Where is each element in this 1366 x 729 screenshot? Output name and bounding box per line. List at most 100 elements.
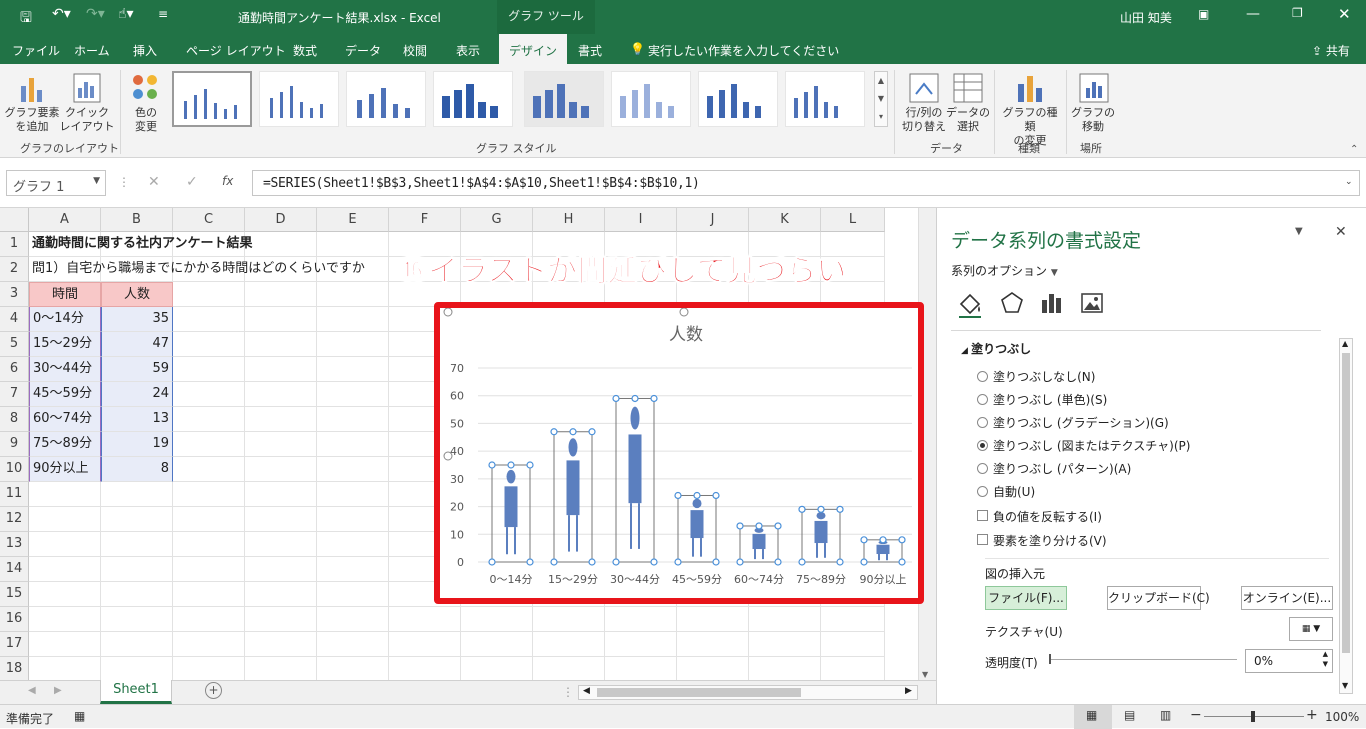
radio-gradient-fill[interactable] — [977, 417, 988, 428]
transparency-slider[interactable] — [1051, 659, 1237, 660]
row-header-15[interactable]: 15 — [0, 582, 29, 607]
cell-b4-count[interactable]: 35 — [101, 307, 173, 332]
cell-l18[interactable] — [821, 657, 885, 680]
touch-mode-icon[interactable]: ☝▾ — [118, 6, 134, 22]
select-all-corner[interactable] — [0, 208, 29, 232]
cell-b11[interactable] — [101, 482, 173, 507]
chart-style-7[interactable] — [698, 71, 778, 127]
cell-c7[interactable] — [173, 382, 245, 407]
cell-l17[interactable] — [821, 632, 885, 657]
prev-sheet-icon[interactable]: ◀ — [28, 685, 36, 696]
chart-style-6[interactable] — [611, 71, 691, 127]
cell-b13[interactable] — [101, 532, 173, 557]
row-header-4[interactable]: 4 — [0, 307, 29, 332]
next-sheet-icon[interactable]: ▶ — [54, 685, 62, 696]
cell-a15[interactable] — [29, 582, 101, 607]
zoom-in-icon[interactable]: + — [1306, 707, 1318, 723]
cell-a6-time[interactable]: 30～44分 — [29, 357, 101, 382]
transparency-input[interactable]: 0% ▲ ▼ — [1245, 649, 1333, 673]
cell-e4[interactable] — [317, 307, 389, 332]
gallery-scroll[interactable]: ▲ ▼ ▾ — [874, 71, 888, 127]
row-header-3[interactable]: 3 — [0, 282, 29, 307]
enter-icon[interactable]: ✓ — [186, 174, 198, 190]
radio-pattern-fill[interactable] — [977, 463, 988, 474]
cell-i17[interactable] — [605, 632, 677, 657]
cell-d11[interactable] — [245, 482, 317, 507]
fill-section-header[interactable]: ◢ 塗りつぶし — [961, 340, 1031, 357]
tab-view[interactable]: 表示 — [456, 42, 480, 59]
cell-d9[interactable] — [245, 432, 317, 457]
cell-b17[interactable] — [101, 632, 173, 657]
tab-page-layout[interactable]: ページ レイアウト — [186, 42, 286, 59]
sheet-tab-sheet1[interactable]: Sheet1 — [100, 680, 172, 704]
page-layout-view-icon[interactable]: ▤ — [1124, 708, 1135, 722]
column-header-j[interactable]: J — [677, 208, 749, 232]
cell-d16[interactable] — [245, 607, 317, 632]
file-button[interactable]: ファイル(F)... — [985, 586, 1067, 610]
chart-area[interactable]: 人数 0 10 20 30 40 50 60 70 0～14分 15～29分 30～44分 45～59分… — [434, 302, 924, 604]
user-name[interactable]: 山田 知美 — [1120, 9, 1172, 26]
row-header-17[interactable]: 17 — [0, 632, 29, 657]
tab-split-icon[interactable]: ⋮ — [562, 685, 574, 699]
cell-e13[interactable] — [317, 532, 389, 557]
ribbon-display-icon[interactable]: ▣ — [1198, 7, 1209, 21]
cell-b6-count[interactable]: 59 — [101, 357, 173, 382]
cell-e14[interactable] — [317, 557, 389, 582]
tab-file[interactable]: ファイル — [12, 42, 60, 59]
option-auto-fill[interactable]: 自動(U) — [993, 483, 1035, 500]
row-header-11[interactable]: 11 — [0, 482, 29, 507]
cell-e8[interactable] — [317, 407, 389, 432]
row-header-18[interactable]: 18 — [0, 657, 29, 680]
row-header-8[interactable]: 8 — [0, 407, 29, 432]
scroll-left-icon[interactable]: ◀ — [583, 686, 590, 696]
cell-b9-count[interactable]: 19 — [101, 432, 173, 457]
scroll-thumb[interactable] — [597, 688, 801, 697]
collapse-ribbon-icon[interactable]: ⌃ — [1350, 144, 1358, 155]
share-button[interactable]: ⇪ 共有 — [1312, 42, 1350, 59]
vary-colors-label[interactable]: 要素を塗り分ける(V) — [993, 532, 1107, 549]
chart-style-5[interactable] — [524, 71, 604, 127]
cell-d18[interactable] — [245, 657, 317, 680]
cell-c17[interactable] — [173, 632, 245, 657]
quick-layout-button[interactable]: クイック レイアウト — [58, 106, 116, 134]
series-options-dropdown[interactable]: 系列のオプション ▼ — [951, 262, 1058, 279]
chart-svg[interactable]: 人数0102030405060700～14分 15～29分 30～44分 45～59分… — [440, 308, 918, 598]
tab-home[interactable]: ホーム — [74, 42, 110, 59]
radio-solid-fill[interactable] — [977, 394, 988, 405]
cell-g18[interactable] — [461, 657, 533, 680]
cell-a3-header[interactable]: 時間 — [29, 282, 101, 307]
online-button[interactable]: オンライン(E)... — [1241, 586, 1333, 610]
cell-d8[interactable] — [245, 407, 317, 432]
cell-e9[interactable] — [317, 432, 389, 457]
cell-d3[interactable] — [245, 282, 317, 307]
cell-h16[interactable] — [533, 607, 605, 632]
cell-a4-time[interactable]: 0～14分 — [29, 307, 101, 332]
cell-f17[interactable] — [389, 632, 461, 657]
formula-input[interactable]: =SERIES(Sheet1!$B$3,Sheet1!$A$4:$A$10,Sh… — [252, 170, 1360, 196]
column-header-e[interactable]: E — [317, 208, 389, 232]
cell-l16[interactable] — [821, 607, 885, 632]
row-header-16[interactable]: 16 — [0, 607, 29, 632]
undo-icon[interactable]: ↶▾ — [52, 6, 71, 22]
cell-a17[interactable] — [29, 632, 101, 657]
row-header-9[interactable]: 9 — [0, 432, 29, 457]
cell-d6[interactable] — [245, 357, 317, 382]
cell-b16[interactable] — [101, 607, 173, 632]
switch-row-column-button[interactable]: 行/列の 切り替え — [900, 106, 948, 134]
cell-d7[interactable] — [245, 382, 317, 407]
row-header-6[interactable]: 6 — [0, 357, 29, 382]
close-icon[interactable]: ✕ — [1338, 5, 1351, 23]
cell-c8[interactable] — [173, 407, 245, 432]
cell-b7-count[interactable]: 24 — [101, 382, 173, 407]
cell-g16[interactable] — [461, 607, 533, 632]
cell-c4[interactable] — [173, 307, 245, 332]
cell-c9[interactable] — [173, 432, 245, 457]
cell-i16[interactable] — [605, 607, 677, 632]
column-header-k[interactable]: K — [749, 208, 821, 232]
chart-style-3[interactable] — [346, 71, 426, 127]
change-colors-button[interactable]: 色の 変更 — [124, 106, 168, 134]
cell-i18[interactable] — [605, 657, 677, 680]
cell-c13[interactable] — [173, 532, 245, 557]
cell-e5[interactable] — [317, 332, 389, 357]
cell-c11[interactable] — [173, 482, 245, 507]
